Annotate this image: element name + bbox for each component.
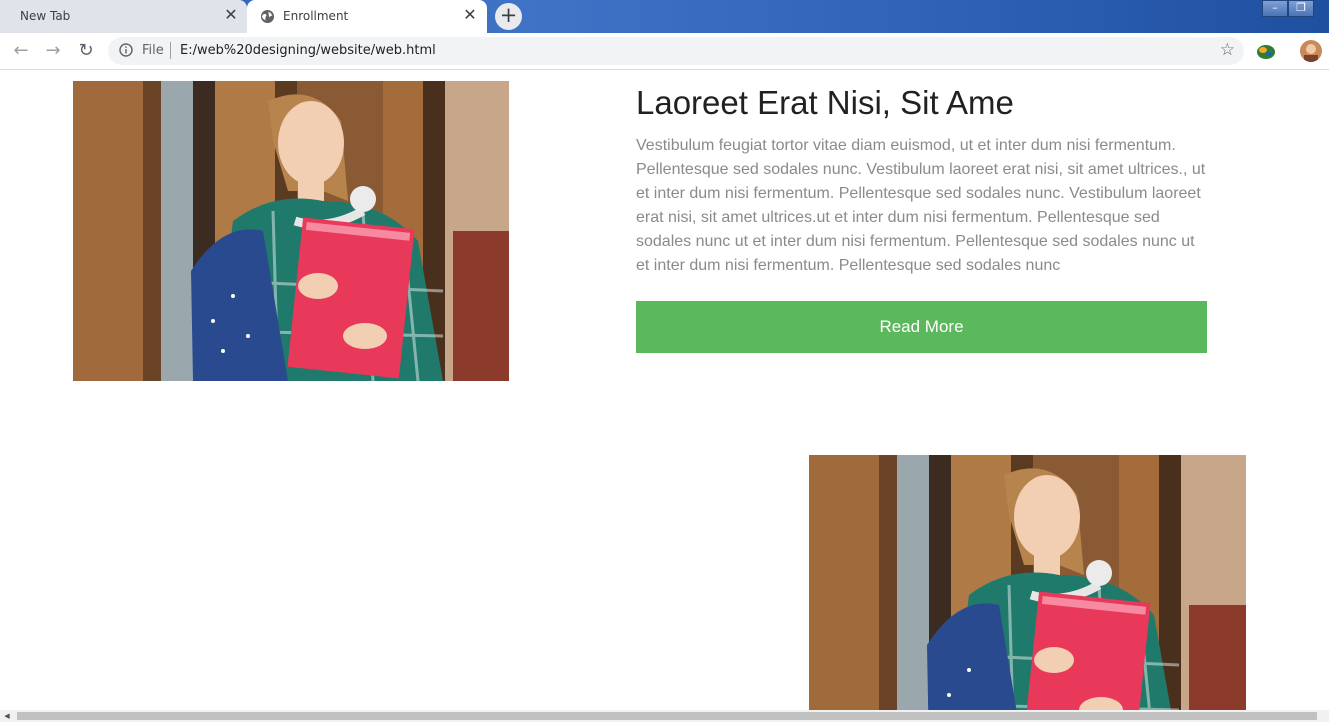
student-photo-second: [809, 455, 1246, 710]
tab-new-tab[interactable]: New Tab ✕: [0, 0, 247, 33]
back-icon[interactable]: ←: [10, 40, 32, 62]
star-icon[interactable]: ☆: [1220, 40, 1235, 60]
address-bar[interactable]: File E:/web%20designing/website/web.html…: [108, 37, 1244, 65]
read-more-button[interactable]: Read More: [636, 301, 1207, 353]
section-paragraph: Vestibulum feugiat tortor vitae diam eui…: [636, 137, 1206, 274]
horizontal-scrollbar[interactable]: ◀: [0, 710, 1329, 722]
url-text[interactable]: E:/web%20designing/website/web.html: [180, 43, 436, 58]
tab-title: New Tab: [20, 9, 71, 23]
restore-icon[interactable]: ❐: [1288, 0, 1314, 17]
new-tab-button[interactable]: +: [495, 3, 522, 30]
globe-icon: [260, 9, 275, 24]
minimize-icon[interactable]: –: [1262, 0, 1288, 17]
profile-avatar[interactable]: [1300, 40, 1322, 62]
scroll-left-icon[interactable]: ◀: [3, 712, 11, 720]
tab-strip: New Tab ✕ Enrollment ✕ + – ❐: [0, 0, 1329, 33]
extension-icon[interactable]: [1256, 42, 1276, 60]
close-icon[interactable]: ✕: [461, 6, 479, 24]
separator: [170, 42, 171, 59]
tab-enrollment[interactable]: Enrollment ✕: [247, 0, 487, 33]
student-photo: [73, 81, 509, 381]
browser-toolbar: ← → ↻ File E:/web%20designing/website/we…: [0, 33, 1329, 70]
info-icon[interactable]: [119, 43, 133, 57]
scheme-label: File: [142, 43, 164, 58]
tab-title: Enrollment: [283, 9, 349, 23]
forward-icon[interactable]: →: [42, 40, 64, 62]
scrollbar-thumb[interactable]: [17, 712, 1317, 720]
close-icon[interactable]: ✕: [222, 6, 240, 24]
reload-icon[interactable]: ↻: [75, 40, 97, 62]
section-heading: Laoreet Erat Nisi, Sit Ame: [636, 84, 1014, 121]
